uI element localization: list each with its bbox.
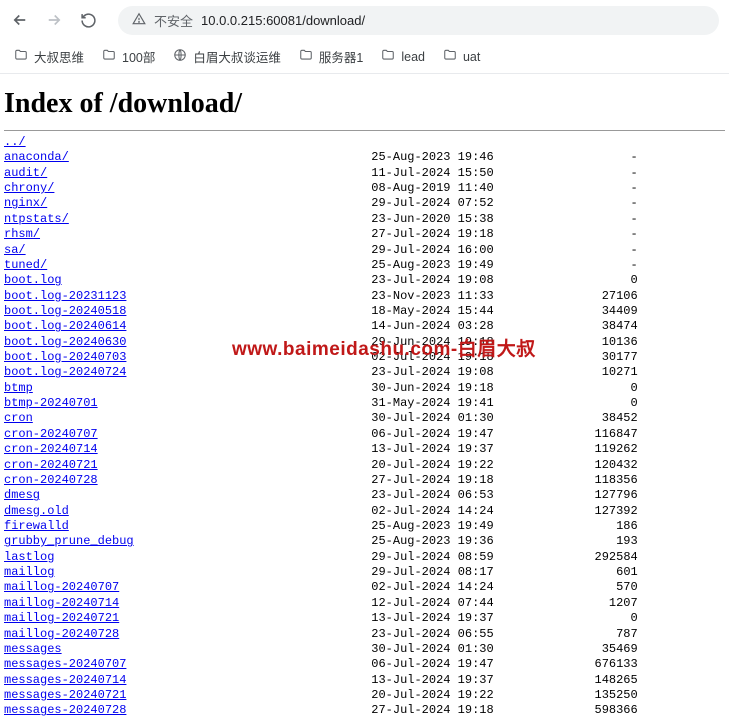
- bookmark-label: 服务器1: [319, 47, 363, 66]
- bookmark-item-5[interactable]: uat: [443, 48, 480, 65]
- file-link[interactable]: ntpstats/: [4, 212, 69, 226]
- file-link[interactable]: rhsm/: [4, 227, 40, 241]
- file-link[interactable]: btmp: [4, 381, 33, 395]
- file-link[interactable]: btmp-20240701: [4, 396, 98, 410]
- file-link[interactable]: maillog: [4, 565, 54, 579]
- divider: [4, 130, 725, 131]
- bookmark-item-4[interactable]: lead: [381, 48, 425, 65]
- bookmark-label: uat: [463, 50, 480, 64]
- page-title: Index of /download/: [4, 88, 725, 120]
- file-link[interactable]: grubby_prune_debug: [4, 534, 134, 548]
- file-link[interactable]: sa/: [4, 243, 26, 257]
- file-link[interactable]: boot.log-20240518: [4, 304, 126, 318]
- nav-forward-button[interactable]: [44, 11, 64, 29]
- file-link[interactable]: nginx/: [4, 196, 47, 210]
- file-link[interactable]: boot.log-20231123: [4, 289, 126, 303]
- folder-icon: [102, 48, 116, 65]
- file-link[interactable]: boot.log: [4, 273, 62, 287]
- globe-icon: [173, 48, 187, 65]
- folder-icon: [381, 48, 395, 65]
- folder-icon: [443, 48, 457, 65]
- file-link[interactable]: cron-20240707: [4, 427, 98, 441]
- file-link[interactable]: maillog-20240707: [4, 580, 119, 594]
- file-link[interactable]: messages-20240707: [4, 657, 126, 671]
- bookmark-item-3[interactable]: 服务器1: [299, 47, 363, 66]
- file-link[interactable]: chrony/: [4, 181, 54, 195]
- file-link[interactable]: boot.log-20240630: [4, 335, 126, 349]
- url-bar[interactable]: 不安全 10.0.0.215:60081/download/: [118, 6, 719, 35]
- nav-reload-button[interactable]: [78, 12, 98, 29]
- file-link[interactable]: boot.log-20240614: [4, 319, 126, 333]
- bookmark-label: 白眉大叔谈运维: [193, 47, 281, 66]
- file-link[interactable]: dmesg.old: [4, 504, 69, 518]
- file-link[interactable]: lastlog: [4, 550, 54, 564]
- file-link[interactable]: messages-20240728: [4, 703, 126, 717]
- file-link[interactable]: cron-20240721: [4, 458, 98, 472]
- file-link[interactable]: messages-20240721: [4, 688, 126, 702]
- folder-icon: [14, 48, 28, 65]
- parent-dir-link[interactable]: ../: [4, 135, 26, 149]
- page-content: Index of /download/ ../ anaconda/ 25-Aug…: [0, 74, 729, 719]
- bookmark-label: lead: [401, 50, 425, 64]
- file-link[interactable]: cron-20240728: [4, 473, 98, 487]
- file-link[interactable]: maillog-20240728: [4, 627, 119, 641]
- file-link[interactable]: messages-20240714: [4, 673, 126, 687]
- file-link[interactable]: maillog-20240721: [4, 611, 119, 625]
- nav-back-button[interactable]: [10, 11, 30, 29]
- folder-icon: [299, 48, 313, 65]
- url-text: 10.0.0.215:60081/download/: [201, 13, 365, 28]
- bookmark-label: 大叔思维: [34, 47, 84, 66]
- file-link[interactable]: cron: [4, 411, 33, 425]
- file-link[interactable]: firewalld: [4, 519, 69, 533]
- file-link[interactable]: anaconda/: [4, 150, 69, 164]
- bookmark-item-1[interactable]: 100部: [102, 47, 155, 66]
- file-link[interactable]: audit/: [4, 166, 47, 180]
- browser-toolbar: 不安全 10.0.0.215:60081/download/: [0, 0, 729, 40]
- file-link[interactable]: boot.log-20240703: [4, 350, 126, 364]
- directory-listing: ../ anaconda/ 25-Aug-2023 19:46 - audit/…: [4, 135, 725, 719]
- file-link[interactable]: messages: [4, 642, 62, 656]
- bookmarks-bar: 大叔思维 100部 白眉大叔谈运维 服务器1 lead uat: [0, 40, 729, 74]
- bookmark-label: 100部: [122, 47, 155, 66]
- file-link[interactable]: boot.log-20240724: [4, 365, 126, 379]
- bookmark-item-0[interactable]: 大叔思维: [14, 47, 84, 66]
- file-link[interactable]: tuned/: [4, 258, 47, 272]
- file-link[interactable]: maillog-20240714: [4, 596, 119, 610]
- bookmark-item-2[interactable]: 白眉大叔谈运维: [173, 47, 281, 66]
- file-link[interactable]: dmesg: [4, 488, 40, 502]
- security-warning-icon: [132, 12, 146, 29]
- security-label: 不安全: [154, 11, 193, 30]
- file-link[interactable]: cron-20240714: [4, 442, 98, 456]
